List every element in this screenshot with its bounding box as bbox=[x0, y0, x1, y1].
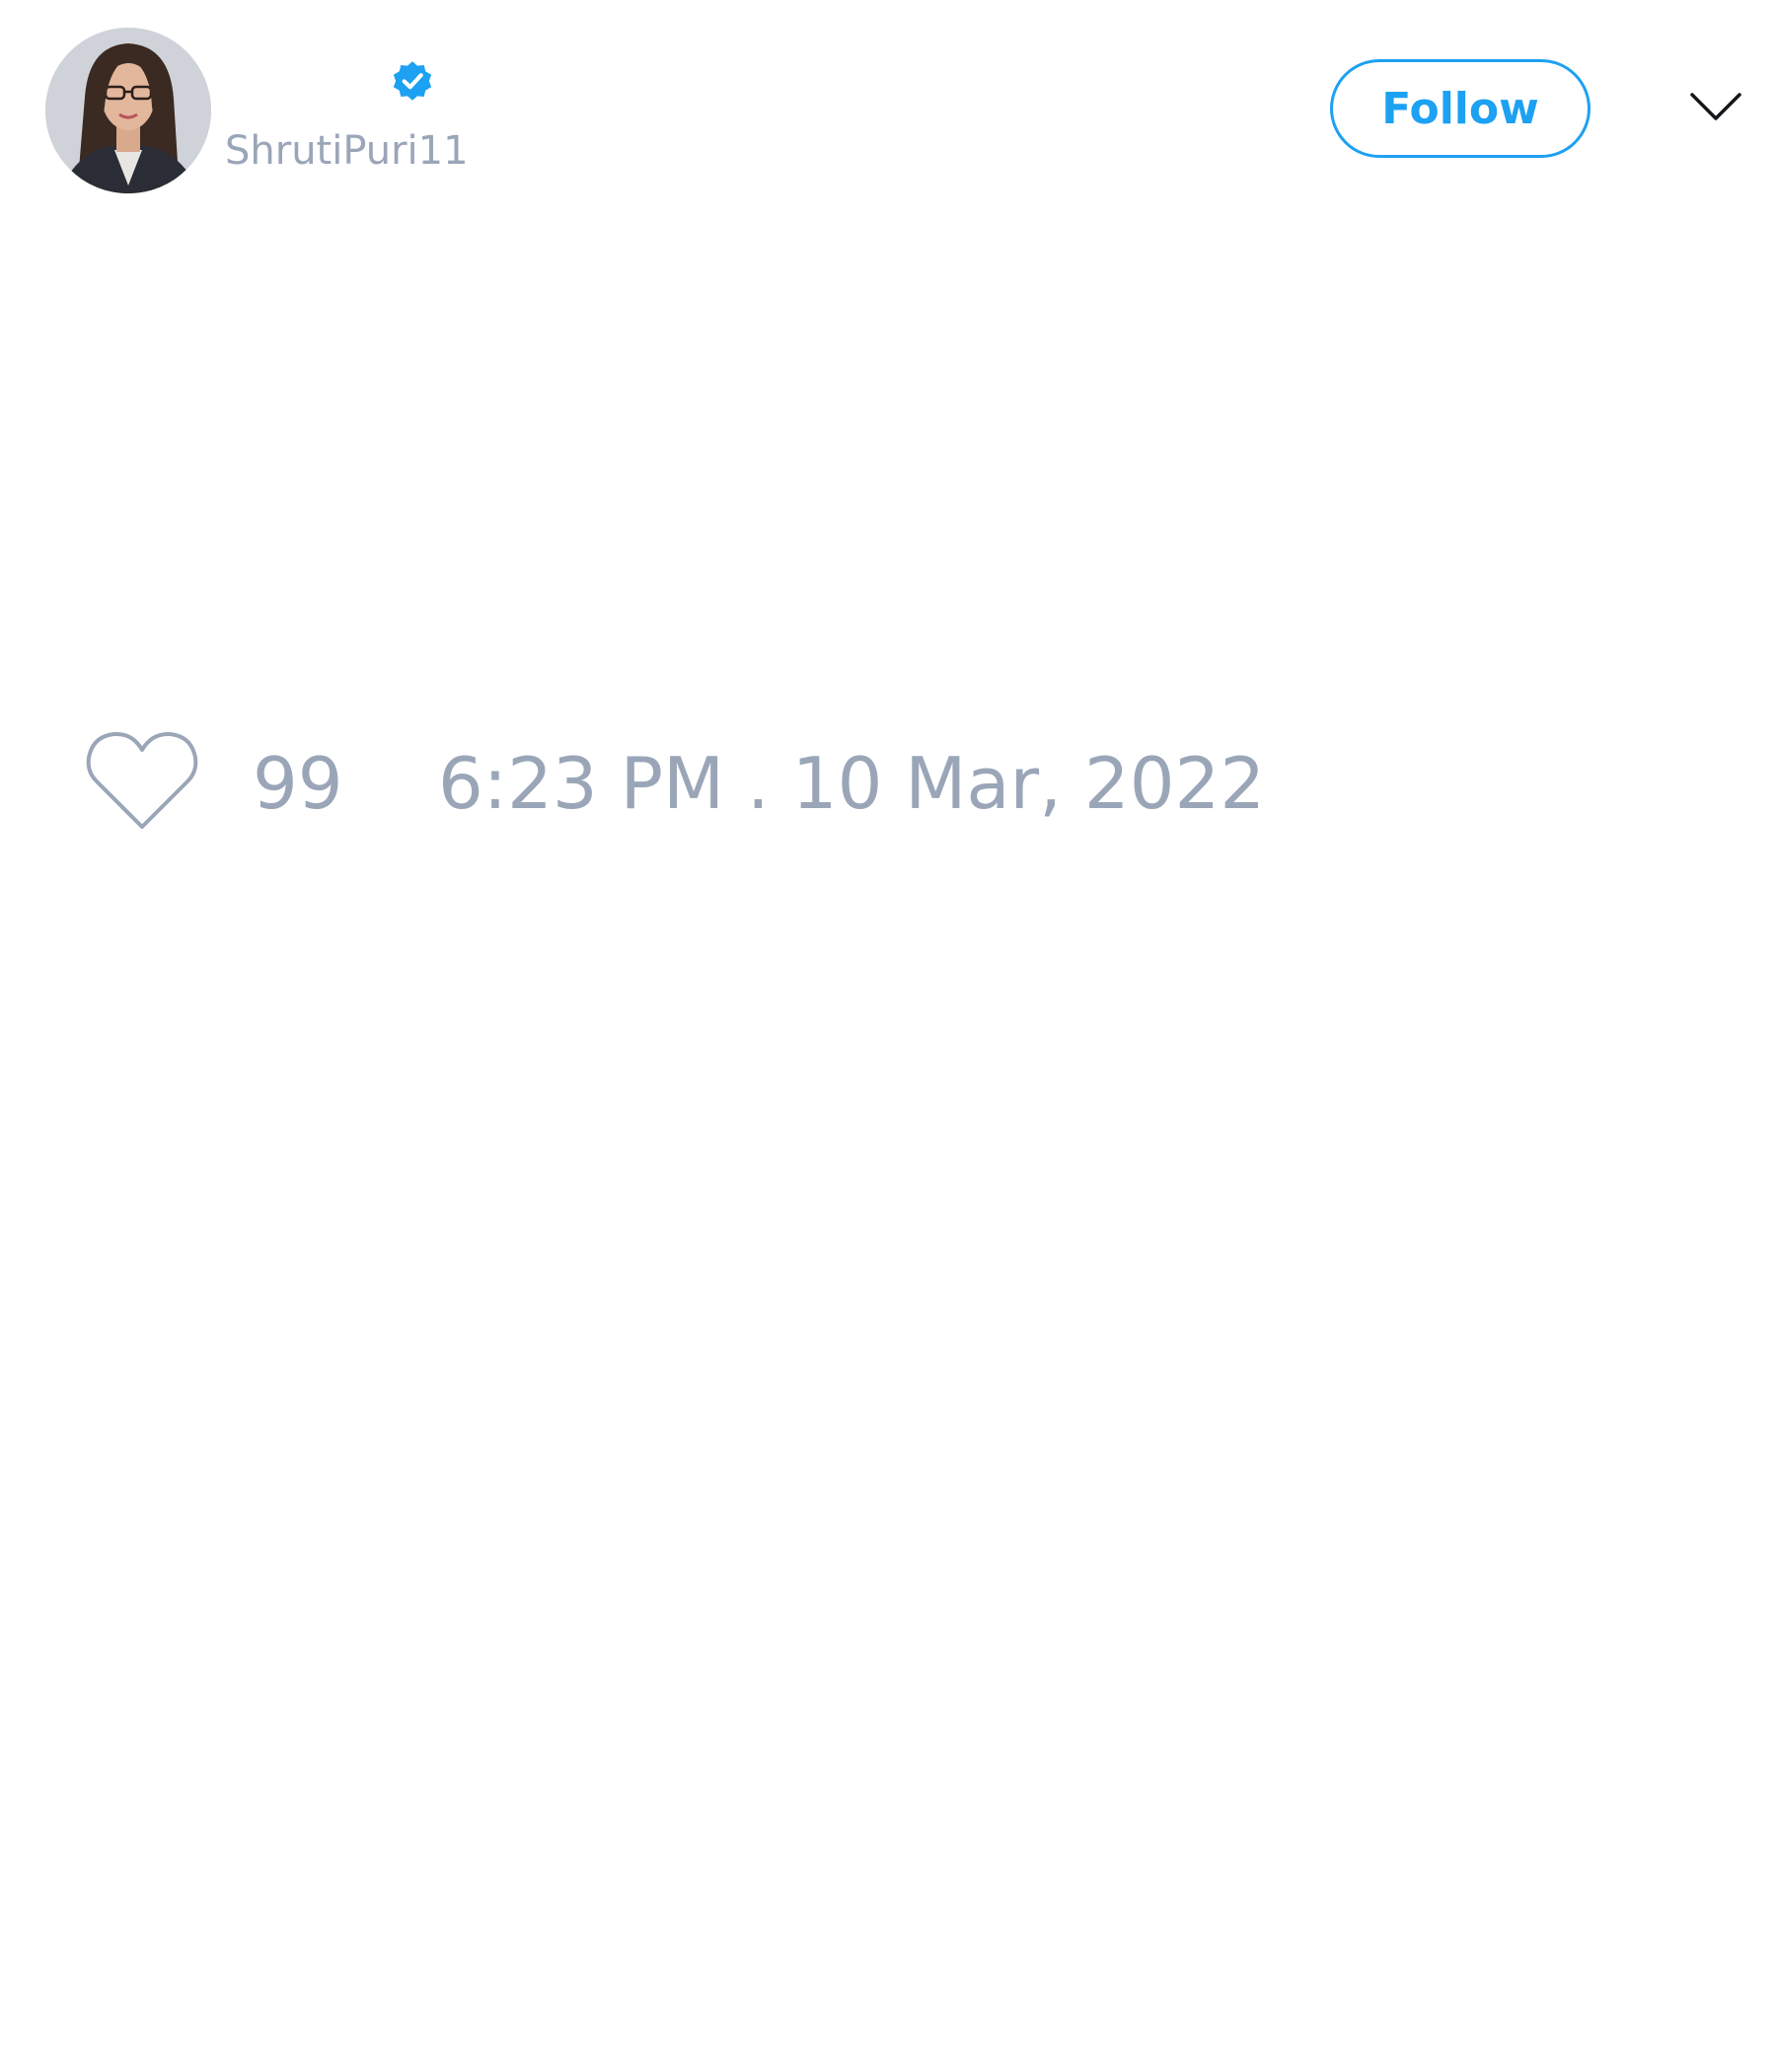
user-handle[interactable]: ShrutiPuri11 bbox=[225, 124, 469, 178]
avatar-photo bbox=[45, 28, 211, 193]
like-count: 99 bbox=[253, 742, 343, 825]
tweet-footer: 99 6:23 PM . 10 Mar, 2022 bbox=[0, 720, 1776, 839]
follow-button[interactable]: Follow bbox=[1330, 59, 1591, 158]
chevron-down-icon[interactable] bbox=[1689, 87, 1742, 126]
tweet-header: ShrutiPuri11 Follow bbox=[0, 0, 1776, 227]
verified-badge-icon bbox=[393, 61, 432, 101]
tweet-timestamp[interactable]: 6:23 PM . 10 Mar, 2022 bbox=[438, 734, 1265, 833]
heart-icon[interactable] bbox=[85, 730, 199, 833]
tweet-card: ShrutiPuri11 Follow 99 6:23 PM . 10 Mar,… bbox=[0, 0, 1776, 2072]
avatar[interactable] bbox=[45, 28, 211, 193]
